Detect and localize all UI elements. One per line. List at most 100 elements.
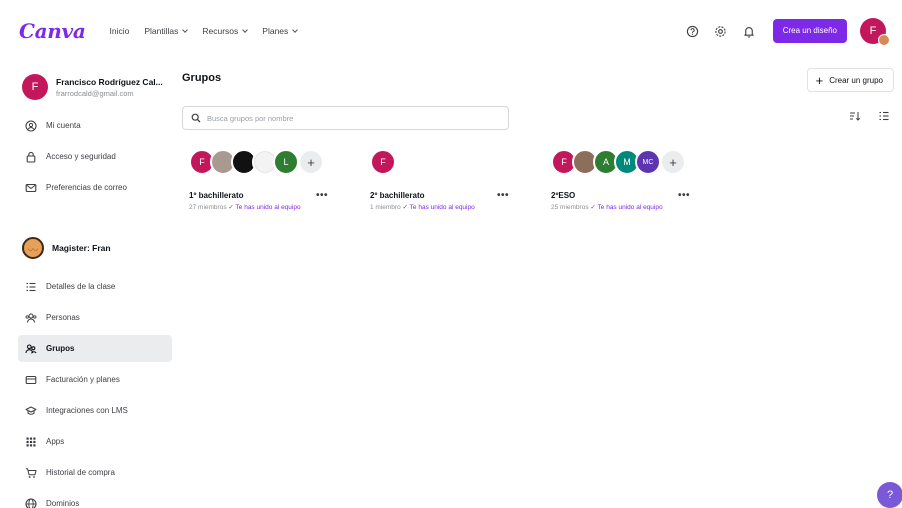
checkmark-icon: ✓ <box>590 204 598 211</box>
search-icon <box>191 113 201 123</box>
team-avatar: ◡◡ <box>22 237 44 259</box>
sidebar-item-preferencias-correo[interactable]: Preferencias de correo <box>18 174 172 201</box>
top-bar: Canva Inicio Plantillas Recursos Planes … <box>0 0 902 62</box>
member-avatars: F <box>370 146 551 178</box>
member-avatars: F L + <box>189 146 370 178</box>
sidebar-item-label: Mi cuenta <box>46 121 81 130</box>
sidebar-item-label: Dominios <box>46 499 80 508</box>
more-options-icon[interactable]: ••• <box>678 191 690 201</box>
people-icon <box>25 313 37 323</box>
sidebar-item-label: Detalles de la clase <box>46 282 116 291</box>
sidebar-item-label: Acceso y seguridad <box>46 152 116 161</box>
card-icon <box>25 375 37 384</box>
group-meta: 27 miembros ✓ Te has unido al equipo <box>189 203 313 213</box>
group-meta: 25 miembros ✓ Te has unido al equipo <box>551 203 675 213</box>
group-name: 1º bachillerato <box>189 191 244 200</box>
groups-icon <box>25 343 37 354</box>
sort-icon[interactable] <box>849 110 861 122</box>
nav-label: Plantillas <box>144 26 179 36</box>
sidebar-item-integraciones-lms[interactable]: Integraciones con LMS <box>18 397 172 424</box>
sidebar-item-apps[interactable]: Apps <box>18 428 172 455</box>
page-title: Grupos <box>182 72 222 84</box>
sidebar-item-facturacion[interactable]: Facturación y planes <box>18 366 172 393</box>
group-card[interactable]: F L + 1º bachillerato 27 miembros ✓ Te h… <box>189 146 370 236</box>
nav-label: Planes <box>262 26 289 36</box>
profile-header: F Francisco Rodríguez Cal... frarrodcald… <box>22 68 172 106</box>
lock-icon <box>26 151 36 163</box>
nav-recursos[interactable]: Recursos <box>202 26 249 36</box>
more-members-icon: + <box>660 149 686 175</box>
list-view-icon[interactable] <box>878 110 890 122</box>
sidebar-item-mi-cuenta[interactable]: Mi cuenta <box>18 112 172 139</box>
chevron-down-icon <box>292 26 299 33</box>
nav-label: Inicio <box>109 26 130 36</box>
member-count: 1 miembro <box>370 204 401 211</box>
sidebar: F Francisco Rodríguez Cal... frarrodcald… <box>18 68 172 508</box>
member-count: 25 miembros <box>551 204 589 211</box>
member-avatar: L <box>273 149 299 175</box>
cart-icon <box>26 467 37 478</box>
view-tools <box>849 110 890 122</box>
create-group-button[interactable]: + Crear un grupo <box>806 68 894 92</box>
more-members-icon: + <box>298 149 324 175</box>
search-input[interactable] <box>207 113 487 123</box>
profile-name: Francisco Rodríguez Cal... <box>56 76 163 87</box>
sidebar-item-acceso-seguridad[interactable]: Acceso y seguridad <box>18 143 172 170</box>
joined-status: Te has unido al equipo <box>409 204 475 211</box>
joined-status: Te has unido al equipo <box>235 204 301 211</box>
mail-icon <box>25 183 37 192</box>
sidebar-item-dominios[interactable]: Dominios <box>18 490 172 508</box>
create-design-button[interactable]: Crea un diseño <box>772 19 847 43</box>
group-card[interactable]: F 2º bachillerato 1 miembro ✓ Te has uni… <box>370 146 551 236</box>
nav-inicio[interactable]: Inicio <box>110 26 130 36</box>
more-options-icon[interactable]: ••• <box>316 191 328 201</box>
sidebar-item-historial-compra[interactable]: Historial de compra <box>18 459 172 486</box>
group-name: 2º bachillerato <box>370 191 425 200</box>
checkmark-icon: ✓ <box>402 204 410 211</box>
team-badge-icon <box>878 34 890 46</box>
sidebar-item-label: Integraciones con LMS <box>46 406 128 415</box>
group-list: F L + 1º bachillerato 27 miembros ✓ Te h… <box>189 146 732 236</box>
globe-icon <box>25 497 37 508</box>
canva-logo[interactable]: Canva <box>19 21 86 41</box>
sidebar-item-label: Personas <box>46 313 80 322</box>
list-icon <box>26 282 36 291</box>
group-card[interactable]: F A M MC + 2ºESO 25 miembros ✓ Te has un… <box>551 146 732 236</box>
user-avatar[interactable]: F <box>860 18 890 46</box>
member-count: 27 miembros <box>189 204 227 211</box>
sidebar-item-label: Facturación y planes <box>46 375 120 384</box>
profile-email: frarrodcald@gmail.com <box>56 88 134 98</box>
apps-grid-icon <box>26 437 36 446</box>
joined-status: Te has unido al equipo <box>597 204 663 211</box>
group-meta: 1 miembro ✓ Te has unido al equipo <box>370 203 494 213</box>
sidebar-item-detalles-clase[interactable]: Detalles de la clase <box>18 273 172 300</box>
header-actions: Crea un diseño F <box>684 18 890 46</box>
settings-gear-icon[interactable] <box>712 22 730 40</box>
plus-icon: + <box>815 72 824 88</box>
sidebar-item-label: Apps <box>46 437 65 446</box>
sidebar-item-personas[interactable]: Personas <box>18 304 172 331</box>
member-avatar: MC <box>635 149 661 175</box>
help-circle-icon[interactable] <box>684 22 702 40</box>
search-box <box>182 106 509 130</box>
member-avatar: F <box>370 149 396 175</box>
sidebar-item-label: Preferencias de correo <box>46 183 127 192</box>
sidebar-item-label: Historial de compra <box>46 468 115 477</box>
group-name: 2ºESO <box>551 191 576 200</box>
help-button[interactable]: ? <box>877 482 902 508</box>
graduation-cap-icon <box>25 406 37 415</box>
profile-avatar: F <box>22 74 48 100</box>
member-avatars: F A M MC + <box>551 146 732 178</box>
create-group-label: Crear un grupo <box>829 75 883 85</box>
sidebar-item-grupos[interactable]: Grupos <box>18 335 172 362</box>
more-options-icon[interactable]: ••• <box>497 191 509 201</box>
nav-planes[interactable]: Planes <box>262 26 299 36</box>
nav-label: Recursos <box>202 26 239 36</box>
nav-plantillas[interactable]: Plantillas <box>144 26 189 36</box>
team-header: ◡◡ Magister: Fran <box>22 233 172 263</box>
chevron-down-icon <box>182 26 189 33</box>
main-nav: Inicio Plantillas Recursos Planes <box>110 26 299 36</box>
bell-icon[interactable] <box>740 22 758 40</box>
user-circle-icon <box>25 119 37 132</box>
team-name: Magister: Fran <box>52 243 111 253</box>
